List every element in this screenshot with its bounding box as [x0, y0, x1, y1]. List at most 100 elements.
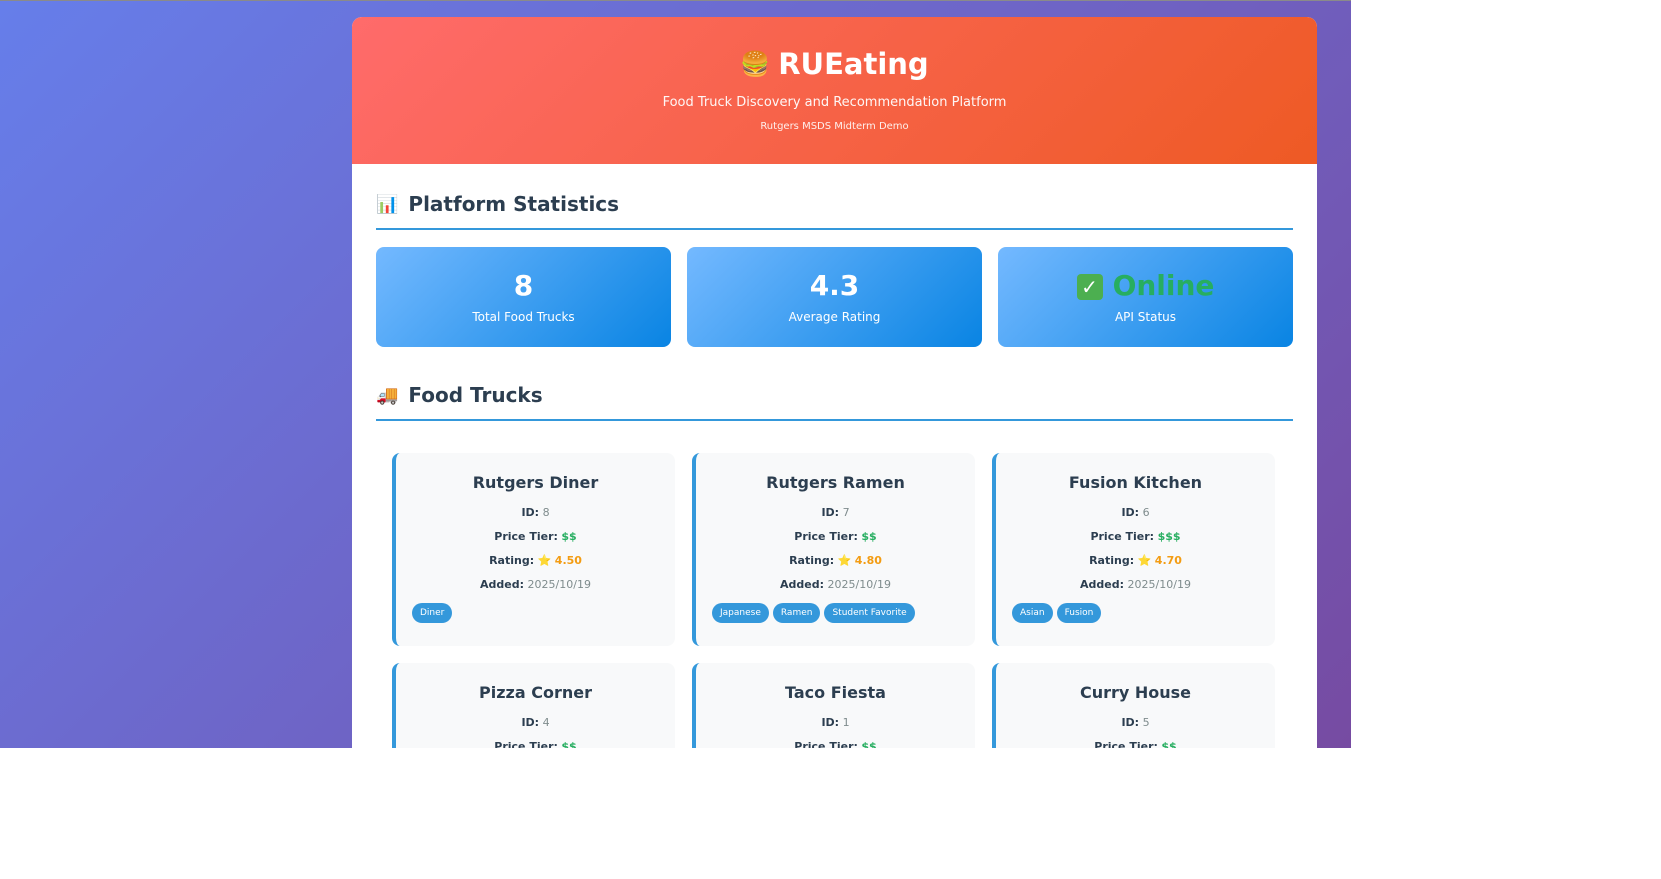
stat-card-total-trucks: 8 Total Food Trucks — [376, 247, 671, 347]
rating-label: Rating: — [789, 554, 835, 567]
truck-card[interactable]: Curry House ID: 5 Price Tier: $$ — [992, 663, 1275, 748]
truck-name: Fusion Kitchen — [1068, 473, 1203, 492]
truck-rating-row: Rating: ⭐ 4.50 — [396, 553, 675, 568]
stats-section: 📊 Platform Statistics 8 Total Food Truck… — [352, 192, 1317, 748]
id-label: ID: — [1121, 506, 1140, 519]
truck-card[interactable]: Fusion Kitchen ID: 6 Price Tier: $$$ Rat… — [992, 453, 1275, 646]
truck-price-row: Price Tier: $$ — [396, 529, 675, 544]
rating-label: Rating: — [489, 554, 535, 567]
main-container: 🍔 RUEating Food Truck Discovery and Recom… — [352, 17, 1317, 748]
rating-label: Rating: — [1089, 554, 1135, 567]
truck-price-row: Price Tier: $$ — [396, 739, 675, 748]
app-title: RUEating — [778, 47, 929, 81]
star-icon: ⭐ — [537, 554, 552, 567]
truck-rating: 4.50 — [554, 554, 582, 567]
id-label: ID: — [821, 506, 840, 519]
truck-price: $$$ — [1157, 530, 1181, 543]
truck-id-row: ID: 1 — [696, 715, 975, 730]
stats-title-text: Platform Statistics — [408, 192, 620, 216]
truck-rating: 4.70 — [1154, 554, 1182, 567]
truck-id: 4 — [542, 716, 550, 729]
price-label: Price Tier: — [794, 530, 858, 543]
truck-card[interactable]: Pizza Corner ID: 4 Price Tier: $$ — [392, 663, 675, 748]
bar-chart-icon: 📊 — [376, 193, 399, 215]
truck-id: 5 — [1142, 716, 1150, 729]
truck-id: 6 — [1142, 506, 1150, 519]
truck-tags: Diner — [412, 603, 453, 623]
app-title-row: 🍔 RUEating — [352, 46, 1317, 82]
truck-price-row: Price Tier: $$ — [996, 739, 1275, 748]
truck-price: $$ — [561, 530, 577, 543]
truck-id: 7 — [842, 506, 850, 519]
star-icon: ⭐ — [1137, 554, 1152, 567]
truck-card[interactable]: Rutgers Diner ID: 8 Price Tier: $$ Ratin… — [392, 453, 675, 646]
cuisine-tag: Student Favorite — [824, 603, 915, 623]
truck-price: $$ — [861, 530, 877, 543]
id-label: ID: — [521, 716, 540, 729]
truck-name: Rutgers Ramen — [766, 473, 905, 492]
id-label: ID: — [521, 506, 540, 519]
truck-rating-row: Rating: ⭐ 4.70 — [996, 553, 1275, 568]
stat-value: 4.3 — [809, 269, 860, 302]
truck-added-row: Added: 2025/10/19 — [396, 577, 675, 592]
truck-id: 8 — [542, 506, 550, 519]
cuisine-tag: Fusion — [1056, 603, 1102, 623]
burger-icon: 🍔 — [740, 50, 771, 78]
trucks-section-title: 🚚 Food Trucks — [376, 383, 1293, 421]
added-label: Added: — [1080, 578, 1125, 591]
truck-rating-row: Rating: ⭐ 4.80 — [696, 553, 975, 568]
truck-id-row: ID: 5 — [996, 715, 1275, 730]
cuisine-tag: Diner — [412, 603, 453, 623]
trucks-title-text: Food Trucks — [408, 383, 543, 407]
price-label: Price Tier: — [494, 740, 558, 748]
app-subtitle: Food Truck Discovery and Recommendation … — [662, 95, 1007, 110]
stats-row: 8 Total Food Trucks 4.3 Average Rating ✓… — [376, 247, 1293, 347]
cuisine-tag: Ramen — [772, 603, 821, 623]
truck-id-row: ID: 6 — [996, 505, 1275, 520]
app-caption: Rutgers MSDS Midterm Demo — [760, 121, 909, 132]
truck-rating: 4.80 — [854, 554, 882, 567]
truck-name: Curry House — [1079, 683, 1192, 702]
truck-tags: Japanese Ramen Student Favorite — [712, 603, 915, 623]
truck-added-date: 2025/10/19 — [827, 578, 891, 591]
truck-price-row: Price Tier: $$ — [696, 739, 975, 748]
truck-grid: Rutgers Diner ID: 8 Price Tier: $$ Ratin… — [376, 421, 1293, 748]
stat-label: API Status — [1114, 310, 1177, 324]
stat-card-api-status: ✓ Online API Status — [998, 247, 1293, 347]
truck-added-date: 2025/10/19 — [527, 578, 591, 591]
truck-id-row: ID: 7 — [696, 505, 975, 520]
truck-icon: 🚚 — [376, 384, 399, 406]
price-label: Price Tier: — [1090, 530, 1155, 543]
added-label: Added: — [480, 578, 525, 591]
id-label: ID: — [1121, 716, 1140, 729]
stat-value: 8 — [513, 269, 534, 302]
star-icon: ⭐ — [837, 554, 852, 567]
price-label: Price Tier: — [1094, 740, 1158, 748]
truck-price: $$ — [1161, 740, 1177, 748]
truck-price: $$ — [861, 740, 877, 748]
truck-tags: Asian Fusion — [1012, 603, 1102, 623]
api-status-text: Online — [1112, 269, 1215, 302]
stat-card-average-rating: 4.3 Average Rating — [687, 247, 982, 347]
truck-price-row: Price Tier: $$ — [696, 529, 975, 544]
truck-card[interactable]: Taco Fiesta ID: 1 Price Tier: $$ — [692, 663, 975, 748]
truck-id: 1 — [842, 716, 850, 729]
truck-name: Pizza Corner — [479, 683, 592, 702]
truck-added-row: Added: 2025/10/19 — [996, 577, 1275, 592]
truck-added-date: 2025/10/19 — [1127, 578, 1191, 591]
truck-name: Rutgers Diner — [472, 473, 599, 492]
price-label: Price Tier: — [494, 530, 558, 543]
stats-section-title: 📊 Platform Statistics — [376, 192, 1293, 230]
price-label: Price Tier: — [794, 740, 858, 748]
cuisine-tag: Asian — [1012, 603, 1053, 623]
stat-label: Total Food Trucks — [472, 310, 575, 324]
check-mark-icon: ✓ — [1076, 274, 1103, 300]
truck-card[interactable]: Rutgers Ramen ID: 7 Price Tier: $$ Ratin… — [692, 453, 975, 646]
cuisine-tag: Japanese — [712, 603, 769, 623]
truck-added-row: Added: 2025/10/19 — [696, 577, 975, 592]
truck-price: $$ — [561, 740, 577, 748]
truck-name: Taco Fiesta — [785, 683, 886, 702]
app-header: 🍔 RUEating Food Truck Discovery and Recom… — [352, 17, 1317, 164]
id-label: ID: — [821, 716, 840, 729]
added-label: Added: — [780, 578, 825, 591]
